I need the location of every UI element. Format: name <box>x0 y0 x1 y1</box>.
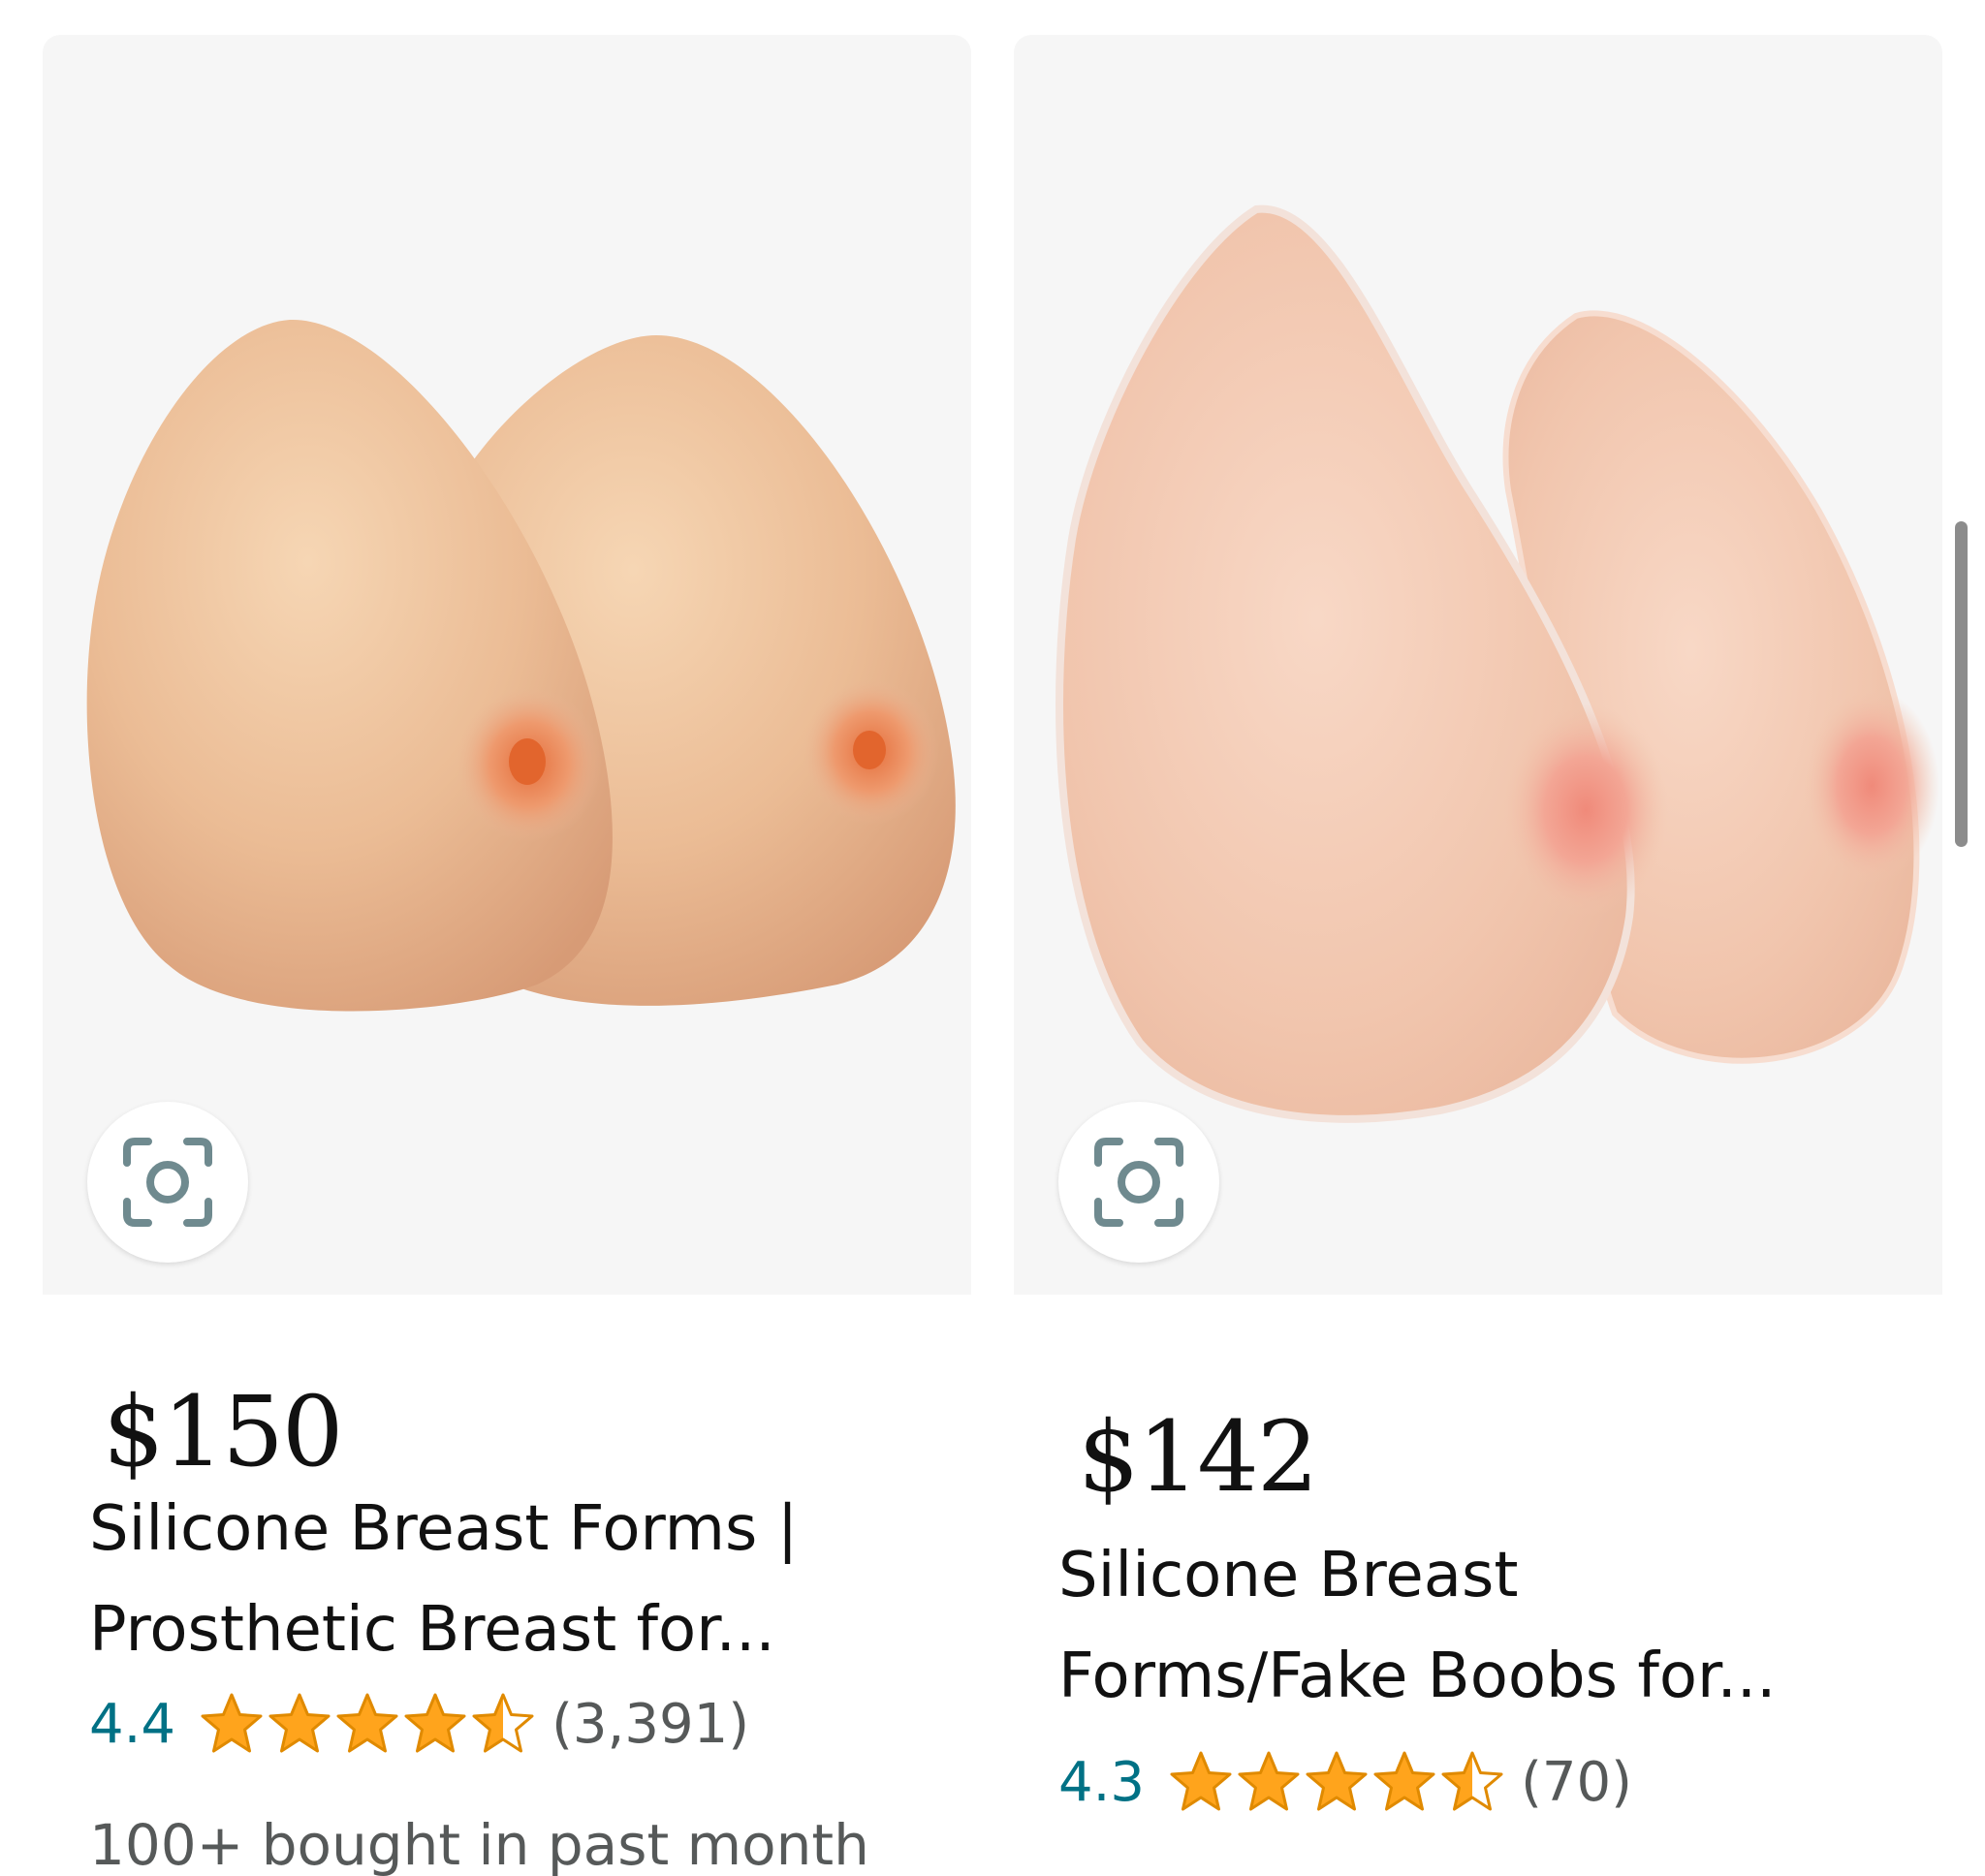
star-full-icon <box>1373 1751 1435 1811</box>
rating-row: 4.3 (70) <box>1058 1748 1632 1816</box>
star-full-icon <box>336 1693 398 1753</box>
star-full-icon <box>404 1693 466 1753</box>
product-title[interactable]: Silicone Breast Forms | Prosthetic Breas… <box>89 1479 923 1680</box>
bought-in-past-month: 100+ bought in past month <box>89 1812 869 1876</box>
product-title-line[interactable]: Forms/Fake Boobs for... <box>1058 1626 1892 1727</box>
product-image-area[interactable] <box>43 35 971 1295</box>
product-title[interactable]: Silicone Breast Forms/Fake Boobs for... <box>1058 1525 1892 1727</box>
star-full-icon <box>1238 1751 1300 1811</box>
star-full-icon <box>201 1693 263 1753</box>
visual-search-button[interactable] <box>87 1102 248 1263</box>
star-rating[interactable] <box>1168 1750 1507 1814</box>
camera-lens-icon <box>123 1138 212 1227</box>
product-price: $150 <box>103 1375 343 1488</box>
review-count[interactable]: (70) <box>1521 1751 1632 1814</box>
product-title-line[interactable]: Prosthetic Breast for... <box>89 1579 923 1680</box>
star-rating[interactable] <box>199 1692 538 1756</box>
visual-search-button[interactable] <box>1058 1102 1219 1263</box>
review-count[interactable]: (3,391) <box>551 1693 749 1756</box>
rating-value: 4.4 <box>89 1692 176 1756</box>
star-half-icon <box>1441 1751 1503 1811</box>
product-price: $142 <box>1078 1400 1318 1514</box>
product-card-1[interactable]: $150 Silicone Breast Forms | Prosthetic … <box>43 35 971 1876</box>
star-full-icon <box>1306 1751 1368 1811</box>
scrollbar[interactable] <box>1955 521 1968 847</box>
rating-value: 4.3 <box>1058 1750 1146 1814</box>
product-info: $142 Silicone Breast Forms/Fake Boobs fo… <box>1014 1295 1942 1876</box>
product-card-2[interactable]: $142 Silicone Breast Forms/Fake Boobs fo… <box>1014 35 1942 1876</box>
product-image-area[interactable] <box>1014 35 1942 1295</box>
star-full-icon <box>268 1693 331 1753</box>
rating-row: 4.4 (3,391) <box>89 1690 749 1758</box>
star-full-icon <box>1170 1751 1232 1811</box>
product-title-line[interactable]: Silicone Breast <box>1058 1525 1892 1626</box>
camera-lens-icon <box>1094 1138 1183 1227</box>
product-title-line[interactable]: Silicone Breast Forms | <box>89 1479 923 1579</box>
star-half-icon <box>472 1693 534 1753</box>
product-info: $150 Silicone Breast Forms | Prosthetic … <box>43 1295 971 1876</box>
